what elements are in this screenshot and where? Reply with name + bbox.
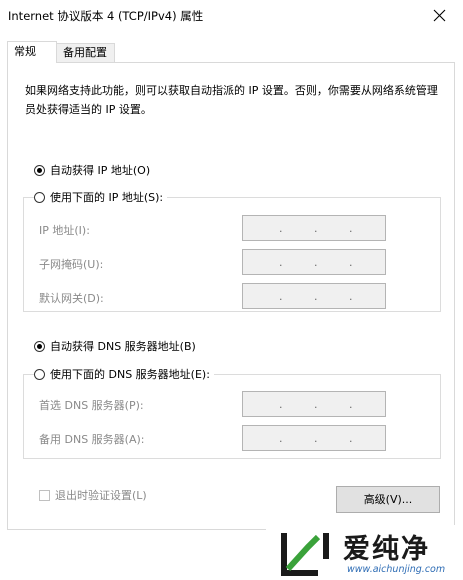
radio-auto-ip-indicator[interactable]: [34, 164, 45, 176]
advanced-button[interactable]: 高级(V)...: [336, 486, 440, 513]
alternate-dns-label: 备用 DNS 服务器(A):: [39, 433, 145, 446]
validate-label: 退出时验证设置(L): [55, 489, 147, 502]
default-gateway-label: 默认网关(D):: [39, 292, 104, 305]
watermark: 爱纯净 www.aichunjing.com: [266, 525, 463, 580]
preferred-dns-input[interactable]: ...: [242, 391, 386, 417]
alternate-dns-input[interactable]: ...: [242, 425, 386, 451]
validate-checkbox[interactable]: [39, 489, 50, 501]
title-bar: Internet 协议版本 4 (TCP/IPv4) 属性: [0, 0, 463, 31]
properties-dialog: Internet 协议版本 4 (TCP/IPv4) 属性 常规 备用配置 如果…: [0, 0, 463, 580]
radio-manual-dns-indicator[interactable]: [34, 368, 45, 380]
radio-manual-ip[interactable]: 使用下面的 IP 地址(S):: [34, 189, 168, 205]
radio-manual-ip-label: 使用下面的 IP 地址(S):: [50, 191, 164, 204]
radio-manual-ip-indicator[interactable]: [34, 191, 45, 203]
tab-general[interactable]: 常规: [7, 41, 57, 63]
watermark-url: www.aichunjing.com: [347, 564, 446, 575]
radio-auto-ip-label: 自动获得 IP 地址(O): [50, 164, 151, 177]
radio-auto-dns[interactable]: 自动获得 DNS 服务器地址(B): [34, 338, 200, 354]
ip-address-input[interactable]: ...: [242, 215, 386, 241]
default-gateway-input[interactable]: ...: [242, 283, 386, 309]
radio-auto-dns-indicator[interactable]: [34, 340, 45, 352]
tab-alternate-config[interactable]: 备用配置: [57, 43, 115, 63]
radio-manual-dns[interactable]: 使用下面的 DNS 服务器地址(E):: [34, 366, 214, 382]
close-button[interactable]: [417, 0, 463, 31]
watermark-brand: 爱纯净: [343, 534, 430, 565]
radio-auto-ip[interactable]: 自动获得 IP 地址(O): [34, 162, 155, 178]
subnet-mask-input[interactable]: ...: [242, 249, 386, 275]
preferred-dns-label: 首选 DNS 服务器(P):: [39, 399, 144, 412]
watermark-logo-icon: [281, 533, 329, 576]
close-icon: [433, 9, 446, 22]
validate-on-exit[interactable]: 退出时验证设置(L): [39, 487, 147, 503]
ip-address-label: IP 地址(I):: [39, 224, 90, 237]
radio-auto-dns-label: 自动获得 DNS 服务器地址(B): [50, 340, 196, 353]
radio-manual-dns-label: 使用下面的 DNS 服务器地址(E):: [50, 368, 210, 381]
description-text: 如果网络支持此功能，则可以获取自动指派的 IP 设置。否则，你需要从网络系统管理…: [25, 84, 438, 116]
subnet-mask-label: 子网掩码(U):: [39, 258, 104, 271]
window-title: Internet 协议版本 4 (TCP/IPv4) 属性: [8, 9, 204, 23]
